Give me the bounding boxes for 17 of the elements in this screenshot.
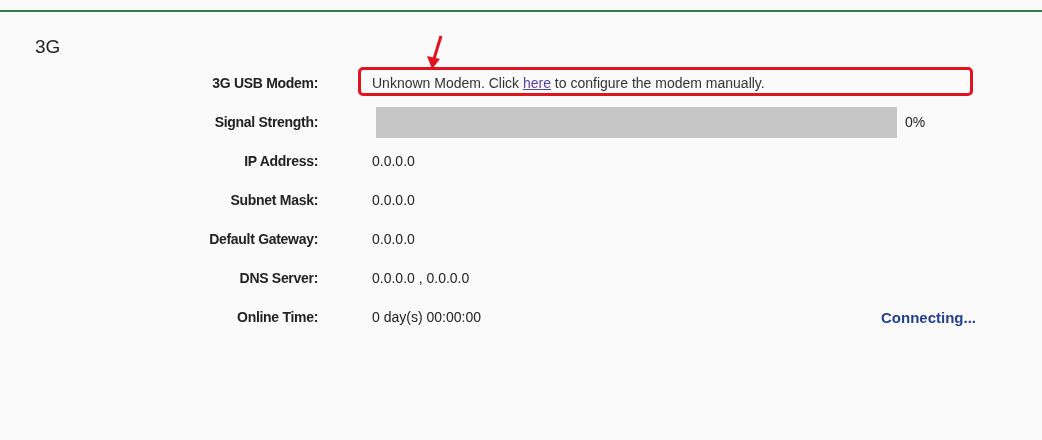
field-value: 0.0.0.0 , 0.0.0.0 bbox=[372, 269, 470, 288]
field-label: IP Address: bbox=[244, 152, 318, 171]
field-label: Online Time: bbox=[237, 308, 318, 327]
field-label: DNS Server: bbox=[239, 269, 318, 288]
field-value: 0.0.0.0 bbox=[372, 191, 415, 210]
field-label: 3G USB Modem: bbox=[212, 74, 318, 93]
configure-link[interactable]: here bbox=[522, 75, 551, 91]
field-value: 0.0.0.0 bbox=[372, 152, 415, 171]
modem-message: Unknown Modem. Click here to configure the modem manually. bbox=[372, 74, 765, 93]
field-value: 0 day(s) 00:00:00 bbox=[372, 308, 481, 327]
field-value: 0.0.0.0 bbox=[372, 230, 415, 249]
connection-status: Connecting... bbox=[881, 308, 976, 328]
signal-reading: 0% bbox=[905, 113, 926, 132]
field-label: Default Gateway: bbox=[209, 230, 318, 249]
field-label: Subnet Mask: bbox=[230, 191, 318, 210]
field-label: Signal Strength: bbox=[214, 113, 318, 132]
section-title: 3G bbox=[35, 36, 61, 57]
